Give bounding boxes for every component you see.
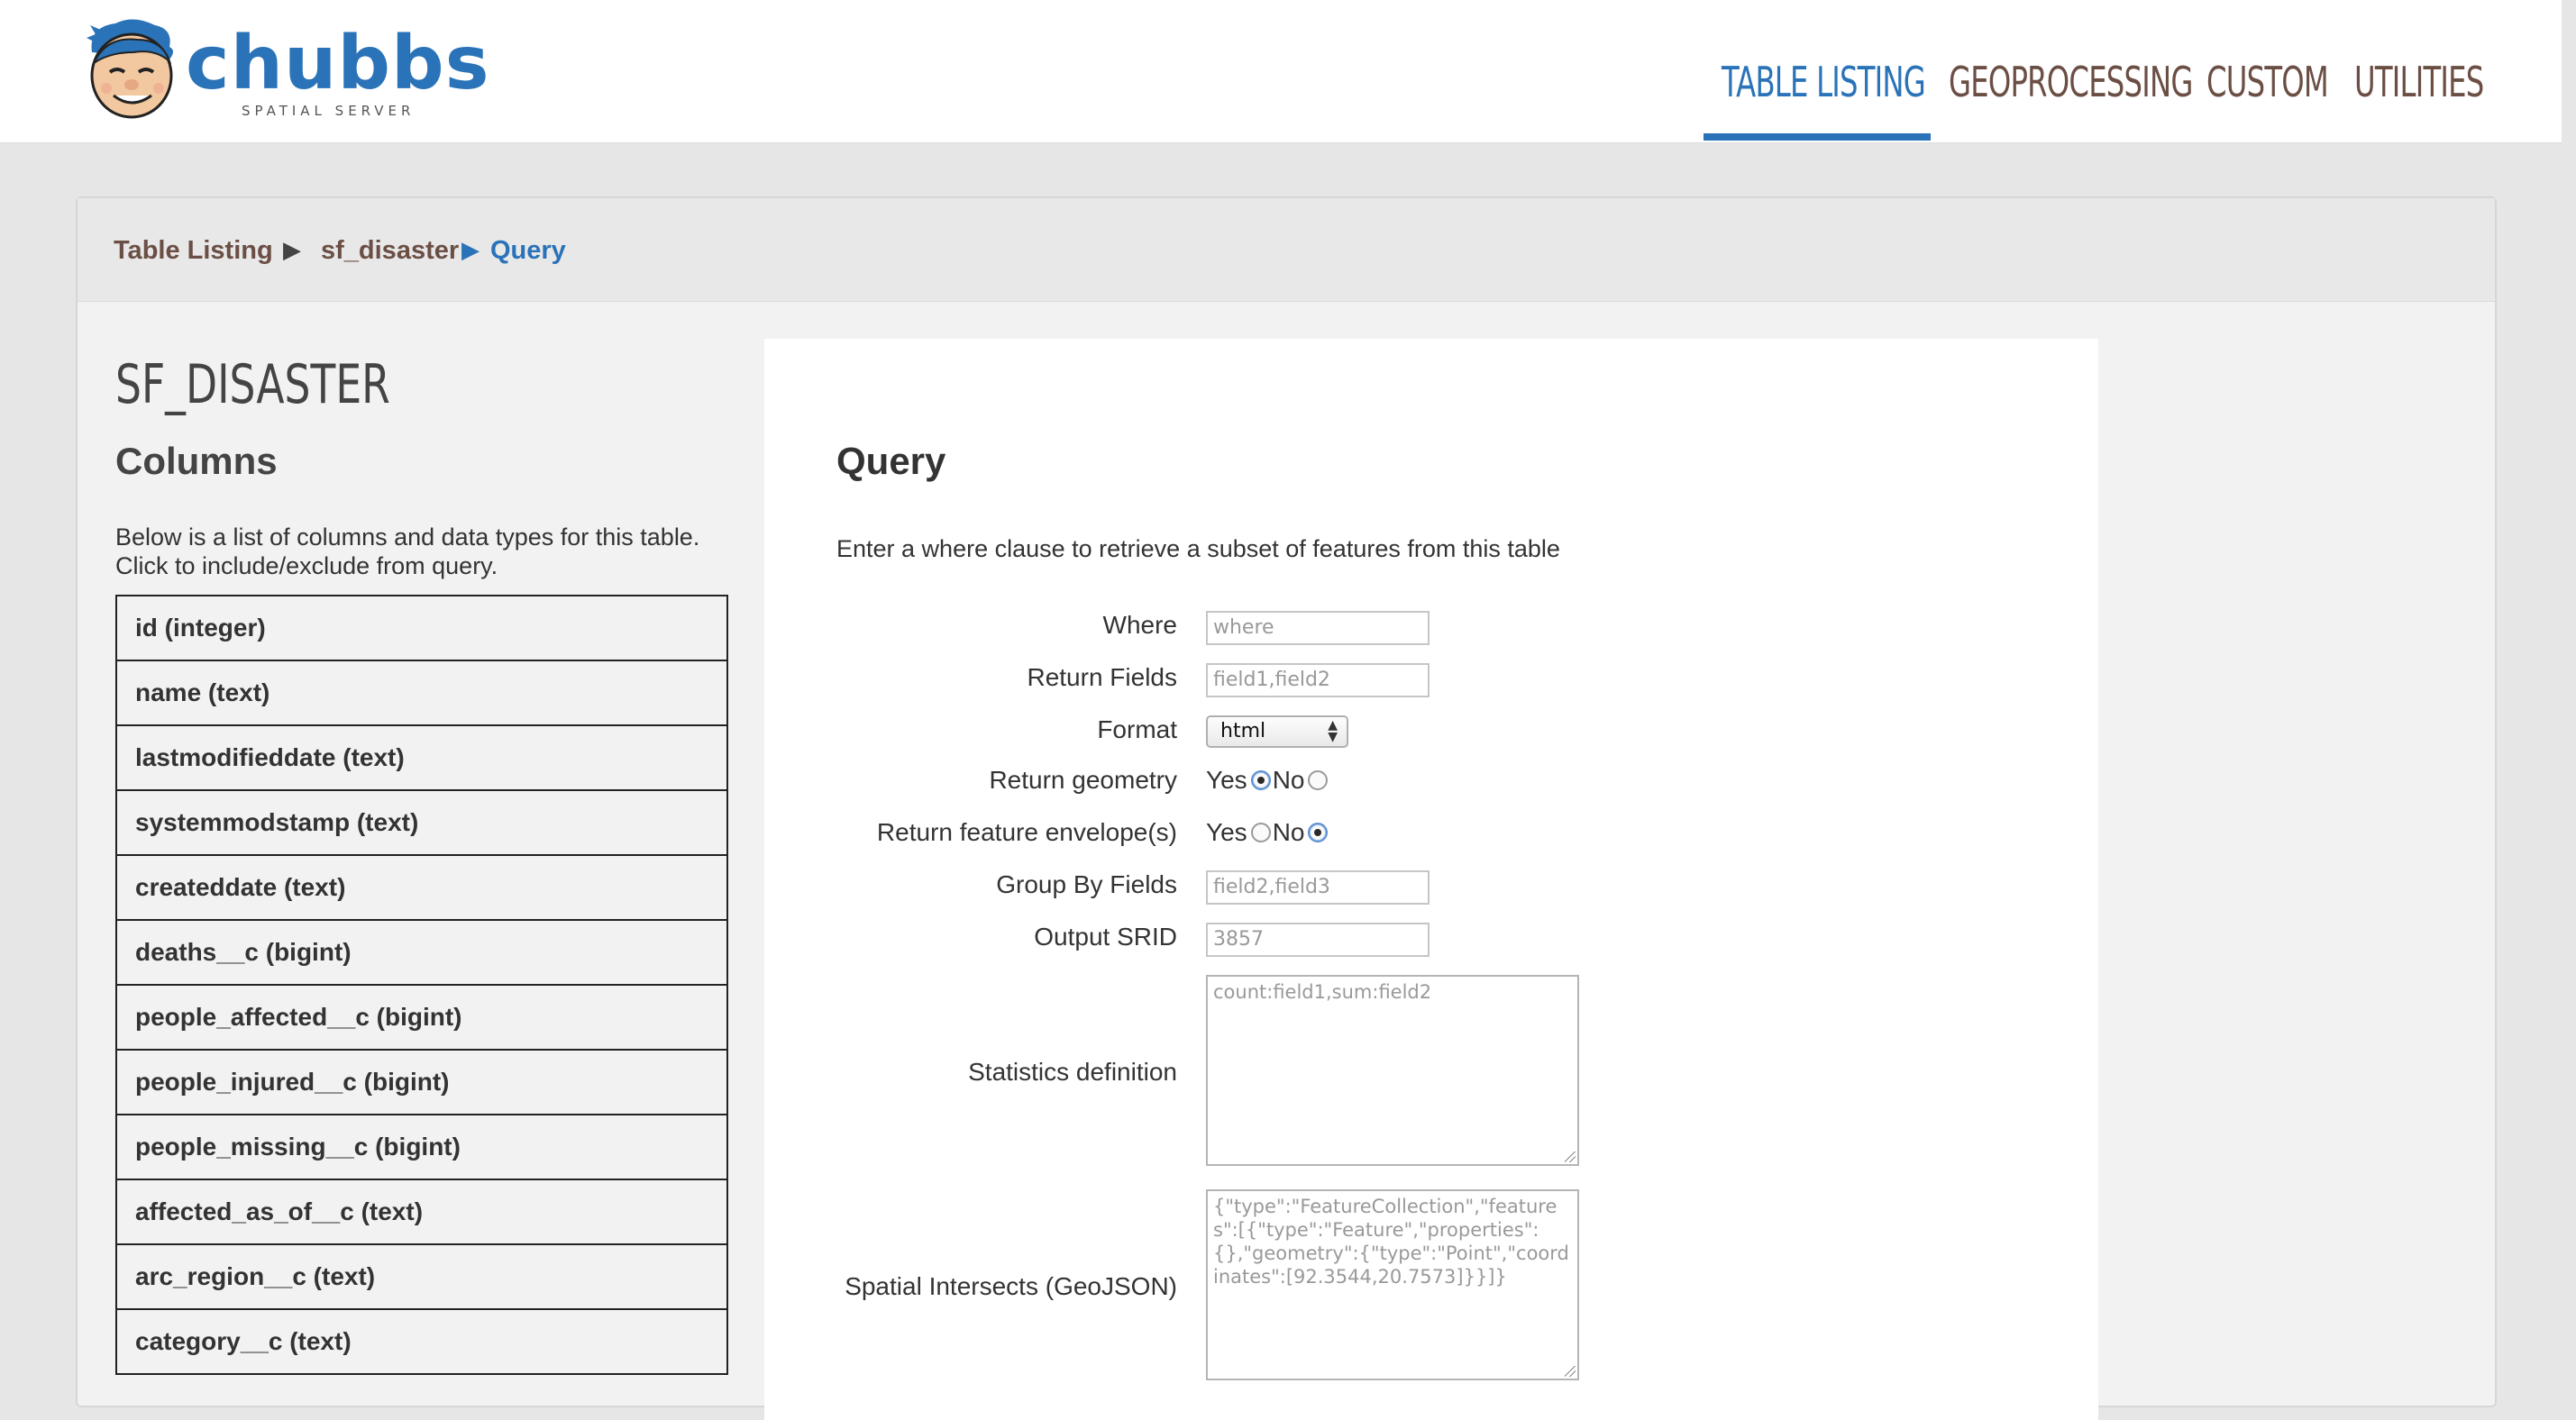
column-item[interactable]: systemmodstamp (text)	[115, 789, 728, 856]
nav-geoprocessing[interactable]: GEOPROCESSING	[1949, 58, 2193, 106]
column-item[interactable]: people_injured__c (bigint)	[115, 1049, 728, 1115]
where-label: Where	[1102, 611, 1177, 639]
column-item[interactable]: affected_as_of__c (text)	[115, 1179, 728, 1245]
nav-table-listing[interactable]: TABLE LISTING	[1722, 58, 1926, 106]
query-description: Enter a where clause to retrieve a subse…	[836, 535, 1560, 562]
nav-custom[interactable]: CUSTOM	[2206, 58, 2329, 106]
select-arrows-icon: ▲ ▼	[1328, 718, 1338, 744]
group-by-input[interactable]: field2,field3	[1206, 870, 1430, 905]
mascot-face-icon	[87, 19, 173, 119]
top-header: chubbs SPATIAL SERVER TABLE LISTING GEOP…	[0, 0, 2562, 143]
return-fields-input[interactable]: field1,field2	[1206, 663, 1430, 697]
breadcrumb-table-listing[interactable]: Table Listing	[114, 236, 273, 266]
query-heading: Query	[836, 440, 946, 482]
column-item[interactable]: arc_region__c (text)	[115, 1243, 728, 1310]
return-envelope-yes-radio[interactable]	[1250, 822, 1271, 842]
return-envelope-no-label: No	[1272, 818, 1305, 846]
return-geometry-no-radio[interactable]	[1308, 769, 1329, 790]
return-envelope-no-radio[interactable]	[1308, 822, 1329, 842]
column-item[interactable]: lastmodifieddate (text)	[115, 724, 728, 791]
breadcrumb-separator-icon: ▶	[283, 236, 301, 263]
statistics-textarea[interactable]: count:field1,sum:field2	[1206, 975, 1579, 1166]
breadcrumb: Table Listing ▶ sf_disaster ▶ Query	[78, 198, 2495, 302]
column-item[interactable]: id (integer)	[115, 595, 728, 661]
query-card: Query Enter a where clause to retrieve a…	[764, 339, 2098, 1420]
column-item[interactable]: people_missing__c (bigint)	[115, 1114, 728, 1180]
column-item[interactable]: category__c (text)	[115, 1308, 728, 1375]
nav-utilities[interactable]: UTILITIES	[2354, 58, 2484, 106]
breadcrumb-separator-icon: ▶	[461, 236, 480, 263]
group-by-label: Group By Fields	[996, 870, 1177, 898]
statistics-label: Statistics definition	[968, 1058, 1177, 1086]
active-nav-indicator	[1704, 133, 1931, 141]
table-title: SF_DISASTER	[115, 353, 390, 416]
spatial-textarea[interactable]: {"type":"FeatureCollection","features":[…	[1206, 1189, 1579, 1380]
breadcrumb-query: Query	[490, 236, 566, 265]
main-panel: Table Listing ▶ sf_disaster ▶ Query SF_D…	[76, 196, 2497, 1420]
format-label: Format	[1097, 715, 1177, 743]
breadcrumb-sf-disaster[interactable]: sf_disaster	[321, 236, 459, 266]
column-item[interactable]: deaths__c (bigint)	[115, 919, 728, 986]
column-item[interactable]: name (text)	[115, 660, 728, 726]
brand-name: chubbs	[186, 21, 490, 106]
format-select-value: html	[1220, 720, 1266, 742]
column-item[interactable]: people_affected__c (bigint)	[115, 984, 728, 1051]
where-input[interactable]: where	[1206, 611, 1430, 645]
spatial-placeholder: {"type":"FeatureCollection","features":[…	[1213, 1196, 1569, 1288]
return-envelope-options: Yes No	[1206, 818, 1329, 847]
columns-description: Below is a list of columns and data type…	[115, 523, 700, 579]
return-envelope-yes-label: Yes	[1206, 818, 1247, 846]
return-geometry-options: Yes No	[1206, 766, 1329, 795]
return-geometry-no-label: No	[1272, 766, 1305, 794]
brand-tagline: SPATIAL SERVER	[242, 103, 416, 119]
resize-grip-icon[interactable]	[1565, 1366, 1576, 1377]
return-geometry-yes-radio[interactable]	[1250, 769, 1271, 790]
output-srid-label: Output SRID	[1034, 923, 1177, 951]
resize-grip-icon[interactable]	[1565, 1151, 1576, 1162]
output-srid-input[interactable]: 3857	[1206, 923, 1430, 957]
logo[interactable]: chubbs SPATIAL SERVER	[79, 16, 489, 123]
return-fields-label: Return Fields	[1027, 663, 1177, 691]
format-select[interactable]: html ▲ ▼	[1206, 715, 1348, 748]
columns-heading: Columns	[115, 440, 278, 482]
return-geometry-label: Return geometry	[989, 766, 1177, 794]
column-item[interactable]: createddate (text)	[115, 854, 728, 921]
return-geometry-yes-label: Yes	[1206, 766, 1247, 794]
return-envelope-label: Return feature envelope(s)	[876, 818, 1177, 846]
statistics-placeholder: count:field1,sum:field2	[1213, 981, 1432, 1003]
spatial-label: Spatial Intersects (GeoJSON)	[845, 1272, 1177, 1300]
column-list: id (integer) name (text) lastmodifieddat…	[115, 595, 728, 1375]
